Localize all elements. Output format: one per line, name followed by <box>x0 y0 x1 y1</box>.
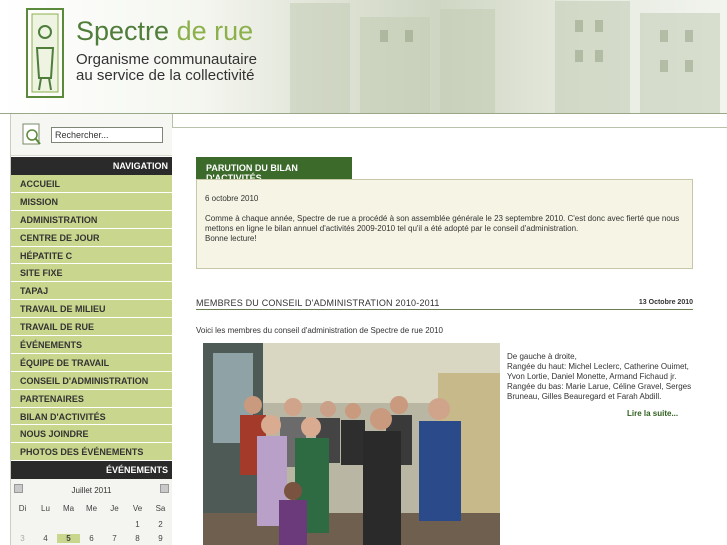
header-window <box>405 30 413 42</box>
header-building <box>640 13 720 113</box>
calendar-weekdays: Di Lu Ma Me Je Ve Sa <box>11 504 172 513</box>
header-window <box>685 60 693 72</box>
logo-icon[interactable] <box>26 8 64 98</box>
nav-item-tapaj[interactable]: TAPAJ <box>11 282 172 301</box>
article-intro: Voici les membres du conseil d'administr… <box>196 326 443 335</box>
events-heading: ÉVÉNEMENTS <box>11 461 172 479</box>
header-building <box>440 9 495 113</box>
nav-item-mission[interactable]: MISSION <box>11 192 172 211</box>
header-building <box>290 3 350 113</box>
nav-item-bilan-activites[interactable]: BILAN D'ACTIVITÉS <box>11 407 172 426</box>
tagline-line-2: au service de la collectivité <box>76 67 255 84</box>
events-calendar: Juillet 2011 Di Lu Ma Me Je Ve Sa 1 2 3 … <box>11 479 172 545</box>
header-window <box>660 60 668 72</box>
photo-caption: De gauche à droite, Rangée du haut: Mich… <box>507 352 692 401</box>
tagline-line-1: Organisme communautaire <box>76 51 257 68</box>
calendar-day <box>103 520 126 529</box>
search-icon[interactable] <box>21 122 43 148</box>
header-window <box>380 30 388 42</box>
header-window <box>575 50 583 62</box>
calendar-day[interactable]: 4 <box>34 534 57 543</box>
calendar-weekday: Di <box>18 504 27 513</box>
header-window <box>575 20 583 32</box>
notice-body: Comme à chaque année, Spectre de rue a p… <box>205 214 680 233</box>
notice-box: 6 octobre 2010 Comme à chaque année, Spe… <box>196 179 693 269</box>
calendar-weekday: Lu <box>41 504 50 513</box>
calendar-day[interactable]: 9 <box>149 534 172 543</box>
calendar-day[interactable]: 3 <box>11 534 34 543</box>
calendar-month-label: Juillet 2011 <box>71 486 112 495</box>
left-sidebar: NAVIGATION ACCUEIL MISSION ADMINISTRATIO… <box>11 114 172 545</box>
calendar-day[interactable]: 2 <box>149 520 172 529</box>
calendar-day <box>11 520 34 529</box>
header-building <box>555 1 630 113</box>
site-header: Spectre de rue Organisme communautaire a… <box>0 0 727 114</box>
search-area <box>11 114 172 156</box>
nav-item-accueil[interactable]: ACCUEIL <box>11 175 172 193</box>
site-title-accent: de rue <box>176 16 254 46</box>
calendar-week: 1 2 <box>11 520 172 529</box>
nav-item-partenaires[interactable]: PARTENAIRES <box>11 389 172 408</box>
calendar-weekday: Sa <box>155 504 166 513</box>
header-window <box>595 50 603 62</box>
calendar-weekday: Je <box>110 504 119 513</box>
article-date: 13 Octobre 2010 <box>638 299 693 306</box>
calendar-day[interactable]: 1 <box>126 520 149 529</box>
nav-item-travail-de-milieu[interactable]: TRAVAIL DE MILIEU <box>11 300 172 319</box>
calendar-day[interactable]: 6 <box>80 534 103 543</box>
header-window <box>595 20 603 32</box>
nav-item-equipe-de-travail[interactable]: ÉQUIPE DE TRAVAIL <box>11 353 172 372</box>
calendar-day-today[interactable]: 5 <box>57 534 80 543</box>
article-title[interactable]: MEMBRES DU CONSEIL D'ADMINISTRATION 2010… <box>196 298 440 308</box>
calendar-day <box>80 520 103 529</box>
search-input[interactable] <box>51 127 163 143</box>
nav-item-administration[interactable]: ADMINISTRATION <box>11 210 172 229</box>
board-members-photo <box>203 343 500 545</box>
navigation-heading: NAVIGATION <box>11 157 172 175</box>
header-building <box>360 17 430 113</box>
header-window <box>685 30 693 42</box>
notice-date: 6 octobre 2010 <box>205 194 259 203</box>
navigation-menu: ACCUEIL MISSION ADMINISTRATION CENTRE DE… <box>11 175 172 462</box>
nav-item-conseil-administration[interactable]: CONSEIL D'ADMINISTRATION <box>11 371 172 390</box>
calendar-day <box>34 520 57 529</box>
nav-item-nous-joindre[interactable]: NOUS JOINDRE <box>11 425 172 444</box>
nav-item-hepatite-c[interactable]: HÉPATITE C <box>11 246 172 265</box>
calendar-next-button[interactable] <box>160 484 169 493</box>
notice-closing: Bonne lecture! <box>205 234 257 243</box>
notice-tab-label: PARUTION DU BILAN D'ACTIVITÉS <box>196 157 352 183</box>
nav-item-photos-evenements[interactable]: PHOTOS DES ÉVÉNEMENTS <box>11 443 172 462</box>
site-title[interactable]: Spectre de rue <box>76 16 253 47</box>
nav-item-site-fixe[interactable]: SITE FIXE <box>11 264 172 283</box>
calendar-week: 3 4 5 6 7 8 9 <box>11 534 172 543</box>
nav-item-centre-de-jour[interactable]: CENTRE DE JOUR <box>11 228 172 247</box>
calendar-day <box>57 520 80 529</box>
nav-item-evenements[interactable]: ÉVÉNEMENTS <box>11 336 172 354</box>
calendar-weekday: Ve <box>132 504 143 513</box>
read-more-link[interactable]: Lire la suite... <box>627 409 678 418</box>
calendar-day[interactable]: 7 <box>103 534 126 543</box>
content-top-strip <box>172 114 727 128</box>
header-window <box>660 30 668 42</box>
calendar-weekday: Ma <box>62 504 75 513</box>
site-title-main: Spectre <box>76 16 170 46</box>
calendar-weekday: Me <box>85 504 98 513</box>
nav-item-travail-de-rue[interactable]: TRAVAIL DE RUE <box>11 318 172 337</box>
calendar-day[interactable]: 8 <box>126 534 149 543</box>
site-tagline: Organisme communautaire au service de la… <box>76 52 257 84</box>
article-divider <box>196 309 693 310</box>
